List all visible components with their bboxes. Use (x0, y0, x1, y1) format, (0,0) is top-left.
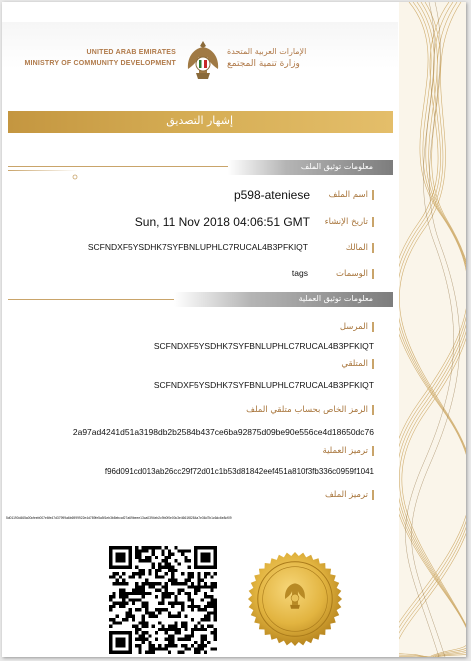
section-divider (8, 166, 228, 167)
created-date-label: تاريخ الإنشاء (325, 217, 374, 227)
ministry-name-en: MINISTRY OF COMMUNITY DEVELOPMENT (24, 60, 176, 67)
owner-value: SCFNDXF5YSDHK7SYFBNLUPHLC7RUCAL4B3PFKIQT (87, 242, 308, 252)
tx-hash-value: f96d091cd013ab26cc29f72d01c1b53d81842eef… (104, 467, 374, 476)
page-title: إشهار التصديق (166, 114, 233, 127)
sender-value: SCFNDXF5YSDHK7SYFBNLUPHLC7RUCAL4B3PFKIQT (153, 341, 374, 351)
section-divider-accent (8, 170, 78, 171)
file-name-value: p598-ateniese (233, 188, 310, 202)
file-hash-label: ترميز الملف (325, 490, 374, 500)
receiver-label: المتلقي (341, 359, 374, 369)
receiver-value: SCFNDXF5YSDHK7SYFBNLUPHLC7RUCAL4B3PFKIQT (153, 380, 374, 390)
country-name-ar: الإمارات العربية المتحدة (227, 47, 307, 56)
file-info-section-header: معلومات توثيق الملف (228, 160, 393, 175)
ministry-name-ar: وزارة تنمية المجتمع (227, 59, 300, 69)
file-info-section-title: معلومات توثيق الملف (300, 162, 373, 171)
tags-label: الوسمات (336, 269, 374, 279)
title-bar: إشهار التصديق (8, 111, 393, 133)
receiver-secret-value: 2a97ad4241d51a3198db2b2584b437ce6ba92875… (72, 427, 374, 437)
country-name-en: UNITED ARAB EMIRATES (86, 49, 176, 56)
gold-seal-icon (247, 551, 343, 647)
sender-label: المرسل (340, 322, 374, 332)
dot-icon (72, 174, 78, 180)
process-info-section-header: معلومات توثيق العملية (174, 292, 393, 307)
file-name-label: اسم الملف (329, 190, 374, 200)
tx-hash-label: ترميز العملية (323, 446, 374, 456)
qr-code-icon (109, 546, 217, 654)
uae-emblem-icon (187, 41, 219, 79)
section-divider (8, 299, 176, 300)
file-hash-value: 5d01190d465a00cfeeb007e6fe47d37999a6b699… (6, 516, 232, 520)
owner-label: المالك (346, 243, 374, 253)
certificate-page: UNITED ARAB EMIRATES MINISTRY OF COMMUNI… (2, 2, 466, 657)
gold-wave-decoration (399, 2, 466, 657)
tags-value: tags (291, 268, 308, 278)
created-date-value: Sun, 11 Nov 2018 04:06:51 GMT (134, 215, 310, 229)
receiver-secret-label: الرمز الخاص بحساب متلقي الملف (246, 405, 374, 415)
process-info-section-title: معلومات توثيق العملية (298, 294, 373, 303)
